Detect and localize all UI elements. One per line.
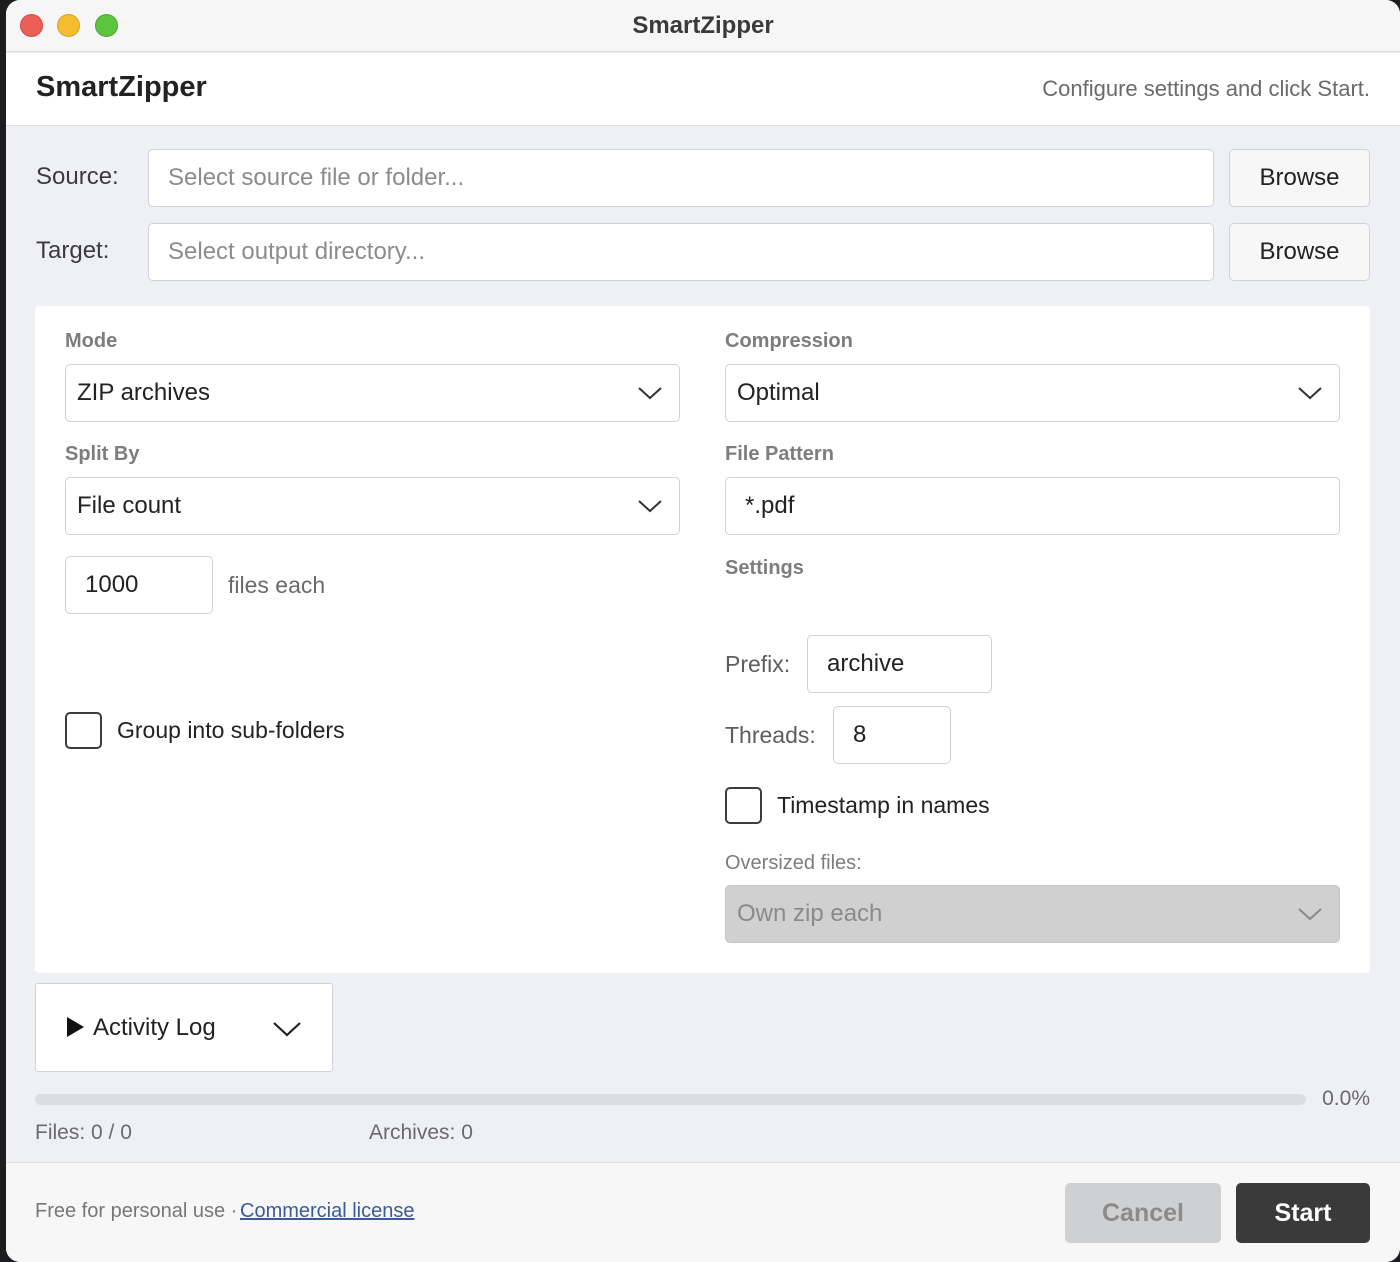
mode-label: Mode [65, 330, 118, 352]
compression-select[interactable]: Optimal [725, 364, 1340, 422]
app-title: SmartZipper [36, 71, 207, 103]
group-subfolders-label: Group into sub-folders [117, 717, 345, 743]
progress-percent: 0.0% [1322, 1087, 1370, 1110]
files-count: Files: 0 / 0 [35, 1121, 132, 1144]
window-title: SmartZipper [632, 12, 774, 39]
target-label: Target: [36, 237, 110, 264]
source-label: Source: [36, 163, 119, 190]
commercial-license-link[interactable]: Commercial license [240, 1200, 415, 1223]
file-pattern-input[interactable] [725, 477, 1340, 535]
chevron-down-icon [273, 1022, 301, 1037]
oversized-files-select[interactable]: Own zip each [725, 885, 1340, 943]
oversized-files-label: Oversized files: [725, 852, 862, 874]
play-triangle-icon [67, 1017, 84, 1037]
archives-count: Archives: 0 [369, 1121, 473, 1144]
chevron-down-icon [1298, 387, 1322, 400]
status-message: Configure settings and click Start. [1042, 76, 1370, 101]
compression-value: Optimal [737, 379, 820, 406]
start-button[interactable]: Start [1236, 1183, 1370, 1243]
oversized-files-value: Own zip each [737, 900, 883, 927]
mode-value: ZIP archives [77, 379, 210, 406]
activity-log-toggle[interactable]: Activity Log [35, 983, 333, 1072]
prefix-label: Prefix: [725, 651, 791, 677]
footer: Free for personal use · Commercial licen… [6, 1162, 1400, 1262]
split-by-value: File count [77, 492, 182, 519]
settings-panel: Mode ZIP archives Split By File count fi… [35, 306, 1370, 973]
app-window: SmartZipper SmartZipper Configure settin… [6, 0, 1400, 1262]
chevron-down-icon [1298, 908, 1322, 921]
split-by-label: Split By [65, 443, 140, 465]
progress-bar [35, 1094, 1306, 1105]
prefix-input[interactable] [807, 635, 992, 693]
timestamp-label: Timestamp in names [777, 792, 990, 818]
source-input[interactable] [148, 149, 1214, 207]
timestamp-checkbox[interactable] [725, 787, 762, 824]
license-note: Free for personal use · [35, 1200, 238, 1222]
compression-label: Compression [725, 330, 853, 352]
files-per-archive-input[interactable] [65, 556, 213, 614]
target-input[interactable] [148, 223, 1214, 281]
mode-select[interactable]: ZIP archives [65, 364, 680, 422]
chevron-down-icon [638, 500, 662, 513]
group-subfolders-checkbox[interactable] [65, 712, 102, 749]
activity-log-label: Activity Log [93, 1014, 216, 1041]
files-each-label: files each [228, 572, 326, 598]
target-browse-button[interactable]: Browse [1229, 223, 1370, 281]
split-by-select[interactable]: File count [65, 477, 680, 535]
app-header: SmartZipper Configure settings and click… [6, 53, 1400, 126]
cancel-button[interactable]: Cancel [1065, 1183, 1221, 1243]
title-bar: SmartZipper [6, 0, 1400, 52]
settings-section-label: Settings [725, 557, 804, 579]
threads-label: Threads: [725, 722, 816, 748]
threads-input[interactable] [833, 706, 951, 764]
file-pattern-label: File Pattern [725, 443, 834, 465]
chevron-down-icon [638, 387, 662, 400]
source-browse-button[interactable]: Browse [1229, 149, 1370, 207]
